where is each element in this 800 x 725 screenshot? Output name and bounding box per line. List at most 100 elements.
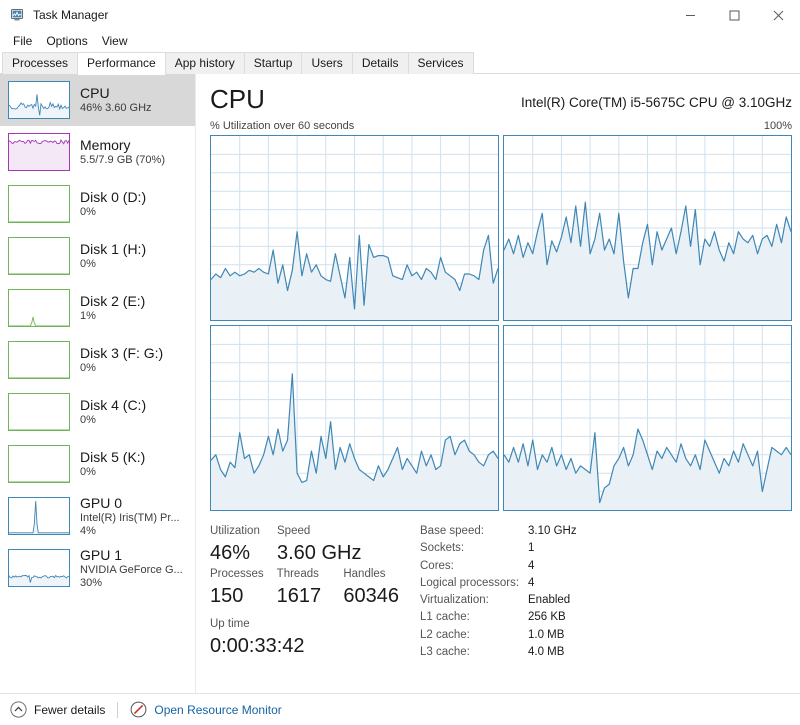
sidebar-item-disk-2-e[interactable]: Disk 2 (E:) 1% bbox=[0, 282, 195, 334]
cpu-live-stats: Utilization 46% Speed 3.60 GHz Processes… bbox=[210, 523, 410, 661]
sidebar-item-memory[interactable]: Memory 5.5/7.9 GB (70%) bbox=[0, 126, 195, 178]
sidebar-thumbnail-4 bbox=[8, 289, 70, 327]
sidebar-item-text-5: Disk 3 (F: G:) 0% bbox=[80, 345, 163, 375]
stat-speed-label: Speed bbox=[277, 525, 311, 537]
close-button[interactable] bbox=[756, 0, 800, 30]
menu-item-options[interactable]: Options bbox=[39, 32, 94, 50]
sidebar-thumbnail-7 bbox=[8, 445, 70, 483]
stat-handles-label: Handles bbox=[343, 568, 386, 580]
cpu-spec-labels: Base speed: Sockets: Cores: Logical process… bbox=[420, 523, 528, 661]
sidebar-item-text-0: CPU 46% 3.60 GHz bbox=[80, 85, 152, 115]
menu-item-view[interactable]: View bbox=[95, 32, 135, 50]
stat-utilization: Utilization 46% bbox=[210, 523, 277, 566]
stat-processes-value: 150 bbox=[210, 585, 244, 607]
tab-users[interactable]: Users bbox=[301, 52, 353, 74]
task-manager-icon bbox=[11, 9, 23, 21]
open-resource-monitor-link[interactable]: Open Resource Monitor bbox=[130, 701, 282, 718]
sidebar-item-cpu[interactable]: CPU 46% 3.60 GHz bbox=[0, 74, 195, 126]
sidebar-thumbnail-9 bbox=[8, 549, 70, 587]
cpu-graph-plot-0 bbox=[211, 136, 498, 320]
sidebar-item-text-9: GPU 1 NVIDIA GeForce G... 30% bbox=[80, 547, 183, 590]
spec-value-7: 4.0 MB bbox=[528, 646, 565, 659]
open-resource-monitor-label[interactable]: Open Resource Monitor bbox=[154, 703, 281, 717]
stat-threads: Threads 1617 bbox=[277, 566, 344, 609]
stat-threads-label: Threads bbox=[276, 568, 319, 580]
stat-utilization-value: 46% bbox=[210, 542, 251, 564]
sidebar-item-subtitle: 0% bbox=[80, 466, 96, 478]
spec-value-0: 3.10 GHz bbox=[528, 525, 577, 537]
cpu-graph-plot-2 bbox=[211, 326, 498, 510]
window-title: Task Manager bbox=[33, 8, 109, 22]
spec-label-7: L3 cache: bbox=[420, 646, 470, 659]
sidebar-item-disk-5-k[interactable]: Disk 5 (K:) 0% bbox=[0, 438, 195, 490]
tab-services[interactable]: Services bbox=[407, 52, 474, 74]
spec-value-4: Enabled bbox=[528, 594, 571, 607]
stat-row-processes-threads-handles: Processes 150 Threads 1617 Handles 60346 bbox=[210, 566, 410, 609]
cpu-graph-plot-3 bbox=[504, 326, 791, 510]
spec-label-0: Base speed: bbox=[420, 525, 484, 537]
sidebar-item-title: Disk 0 (D:) bbox=[80, 189, 147, 205]
page-title: CPU bbox=[210, 84, 265, 114]
menu-item-file[interactable]: File bbox=[6, 32, 39, 50]
graph-caption-right: 100% bbox=[763, 120, 792, 132]
sidebar-item-text-2: Disk 0 (D:) 0% bbox=[80, 189, 146, 219]
spec-label-4: Virtualization: bbox=[420, 594, 489, 607]
sidebar-item-title: GPU 1 bbox=[80, 546, 123, 563]
sidebar-item-subtitle: 0% bbox=[80, 414, 96, 426]
graph-caption: % Utilization over 60 seconds 100% bbox=[210, 120, 792, 132]
stat-threads-value: 1617 bbox=[276, 585, 322, 607]
sidebar-thumbnail-6 bbox=[8, 393, 70, 431]
menu-bar: File Options View bbox=[0, 30, 800, 52]
resource-sidebar[interactable]: CPU 46% 3.60 GHz Memory 5.5/7.9 GB (70%) D… bbox=[0, 74, 196, 693]
sidebar-item-subtitle: 1% bbox=[80, 310, 96, 322]
window-controls bbox=[668, 0, 800, 30]
fewer-details-button[interactable]: Fewer details bbox=[10, 701, 105, 718]
cpu-graph-plot-1 bbox=[504, 136, 791, 320]
tab-strip: Processes Performance App history Startu… bbox=[0, 52, 800, 75]
sidebar-item-disk-3-f-g[interactable]: Disk 3 (F: G:) 0% bbox=[0, 334, 195, 386]
stat-utilization-label: Utilization bbox=[210, 525, 260, 537]
sidebar-thumbnail-2 bbox=[8, 185, 70, 223]
sidebar-item-gpu-1[interactable]: GPU 1 NVIDIA GeForce G... 30% bbox=[0, 542, 195, 594]
sidebar-item-gpu-0[interactable]: GPU 0 Intel(R) Iris(TM) Pr... 4% bbox=[0, 490, 195, 542]
cpu-specs: Base speed: Sockets: Cores: Logical process… bbox=[410, 523, 792, 661]
minimize-button[interactable] bbox=[668, 0, 712, 30]
sidebar-item-title: Disk 2 (E:) bbox=[80, 293, 146, 309]
sidebar-item-title: Memory bbox=[80, 137, 131, 153]
tab-app-history[interactable]: App history bbox=[164, 52, 245, 74]
sidebar-item-text-1: Memory 5.5/7.9 GB (70%) bbox=[80, 137, 165, 167]
cpu-graph-0[interactable] bbox=[210, 135, 499, 321]
sidebar-item-text-3: Disk 1 (H:) 0% bbox=[80, 241, 146, 271]
status-bar: Fewer details Open Resource Monitor bbox=[0, 693, 800, 725]
cpu-logical-processor-graphs[interactable] bbox=[210, 135, 792, 511]
stat-speed: Speed 3.60 GHz bbox=[277, 523, 367, 566]
sidebar-item-subtitle: 0% bbox=[80, 206, 96, 218]
cpu-spec-values: 3.10 GHz 1 4 4 Enabled 256 KB 1.0 MB 4.0 MB bbox=[528, 523, 792, 661]
sidebar-item-title: Disk 3 (F: G:) bbox=[80, 345, 164, 361]
cpu-graph-1[interactable] bbox=[503, 135, 792, 321]
stat-processes: Processes 150 bbox=[210, 566, 277, 609]
stat-handles-value: 60346 bbox=[343, 585, 399, 607]
maximize-button[interactable] bbox=[712, 0, 756, 30]
cpu-model-label: Intel(R) Core(TM) i5-5675C CPU @ 3.10GHz bbox=[520, 95, 792, 110]
resource-monitor-icon bbox=[130, 701, 147, 718]
tab-processes[interactable]: Processes bbox=[2, 52, 79, 74]
cpu-graph-3[interactable] bbox=[503, 325, 792, 511]
stat-uptime-value: 0:00:33:42 bbox=[210, 635, 305, 657]
spec-value-6: 1.0 MB bbox=[528, 628, 565, 641]
spec-value-2: 4 bbox=[528, 559, 535, 572]
tab-performance[interactable]: Performance bbox=[77, 52, 166, 75]
sidebar-item-disk-1-h[interactable]: Disk 1 (H:) 0% bbox=[0, 230, 195, 282]
cpu-graph-2[interactable] bbox=[210, 325, 499, 511]
panel-header: CPU Intel(R) Core(TM) i5-5675C CPU @ 3.1… bbox=[210, 84, 792, 114]
sidebar-item-disk-4-c[interactable]: Disk 4 (C:) 0% bbox=[0, 386, 195, 438]
tab-startup[interactable]: Startup bbox=[243, 52, 303, 74]
content-area: CPU 46% 3.60 GHz Memory 5.5/7.9 GB (70%) D… bbox=[0, 74, 800, 693]
graph-caption-left: % Utilization over 60 seconds bbox=[210, 120, 355, 132]
spec-value-3: 4 bbox=[528, 576, 535, 589]
sidebar-item-usage: 4% bbox=[80, 524, 96, 537]
status-separator bbox=[117, 701, 119, 718]
stat-processes-label: Processes bbox=[210, 568, 264, 580]
tab-details[interactable]: Details bbox=[351, 52, 409, 74]
sidebar-item-disk-0-d[interactable]: Disk 0 (D:) 0% bbox=[0, 178, 195, 230]
